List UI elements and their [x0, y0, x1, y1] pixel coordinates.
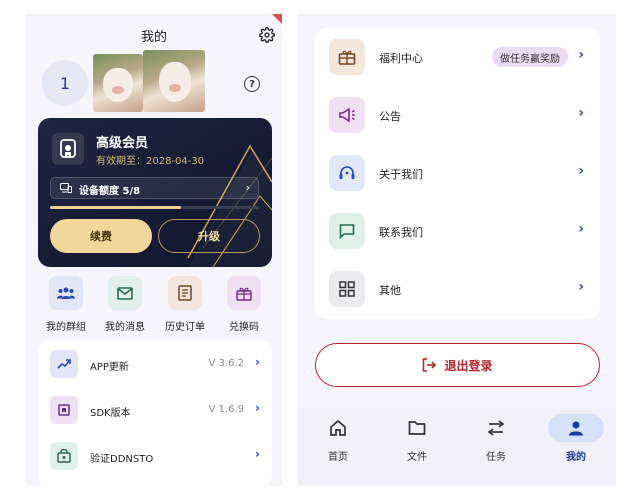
folder-icon: [389, 414, 445, 442]
gear-icon[interactable]: [259, 27, 275, 43]
vip-expiry: 有效期至：2028-04-30: [96, 156, 205, 167]
menu-item-welfare[interactable]: 福利中心 做任务赢奖励 ›: [315, 28, 600, 86]
support-icon: [329, 155, 365, 191]
list-item-label: SDK版本: [90, 408, 131, 419]
device-quota-row[interactable]: 设备额度 5/8 ›: [50, 177, 259, 199]
screen: 我的 1 ? 高级会员 有效期至：2028-04-30 设备额度 5/8 › 续…: [0, 0, 636, 500]
grid-icon: [329, 271, 365, 307]
chevron-right-icon: ›: [578, 47, 584, 63]
quick-action-label: 我的群组: [46, 322, 86, 333]
megaphone-icon: [329, 97, 365, 133]
trending-up-icon: [50, 350, 78, 378]
list-item-label: APP更新: [90, 362, 129, 373]
gift-icon: [227, 276, 261, 310]
home-icon: [310, 414, 366, 442]
vip-card: 高级会员 有效期至：2028-04-30 设备额度 5/8 › 续费 升级: [38, 118, 272, 267]
menu-item-about[interactable]: 关于我们 ›: [315, 144, 600, 202]
tab-label: 文件: [407, 452, 427, 463]
chevron-right-icon: ›: [255, 355, 260, 369]
list-item-sdk-version[interactable]: SDK版本 V 1.6.9 ›: [38, 388, 272, 434]
devices-icon: [60, 183, 72, 193]
menu-card: 福利中心 做任务赢奖励 › 公告 › 关于我们 › 联系我们 › 其他 ›: [315, 28, 600, 319]
transfer-icon: [468, 414, 524, 442]
logout-button[interactable]: 退出登录: [315, 343, 600, 387]
chevron-right-icon: ›: [578, 163, 584, 179]
mail-icon: [108, 276, 142, 310]
menu-item-label: 关于我们: [379, 168, 423, 181]
receipt-icon: [168, 276, 202, 310]
info-list: APP更新 V 3.6.2 › SDK版本 V 1.6.9 › 验证DDNSTO…: [38, 340, 272, 486]
menu-item-label: 公告: [379, 110, 401, 123]
medal-icon: [52, 133, 84, 165]
tab-profile[interactable]: 我的: [546, 414, 606, 463]
chat-icon: [329, 213, 365, 249]
help-icon[interactable]: ?: [244, 76, 260, 92]
logout-label: 退出登录: [444, 358, 493, 373]
menu-item-label: 福利中心: [379, 52, 423, 65]
quick-action-label: 历史订单: [165, 322, 205, 333]
avatar-initial: 1: [59, 73, 71, 93]
quick-action-orders[interactable]: 历史订单: [157, 276, 213, 333]
tab-files[interactable]: 文件: [387, 414, 447, 463]
chevron-right-icon: ›: [578, 221, 584, 237]
chip-icon: [50, 396, 78, 424]
quick-action-label: 兑换码: [229, 322, 259, 333]
quota-progress: [50, 206, 259, 209]
list-item-value: V 3.6.2: [208, 358, 244, 369]
menu-item-announcement[interactable]: 公告 ›: [315, 86, 600, 144]
verify-icon: [50, 442, 78, 470]
sheep-photo: [93, 54, 143, 112]
chevron-right-icon: ›: [245, 181, 250, 194]
menu-item-label: 其他: [379, 284, 401, 297]
chevron-right-icon: ›: [578, 105, 584, 121]
quick-action-label: 我的消息: [105, 322, 145, 333]
list-item-verify-ddnsto[interactable]: 验证DDNSTO ›: [38, 434, 272, 480]
corner-marker: [272, 14, 282, 24]
vip-title: 高级会员: [96, 136, 149, 151]
renew-button[interactable]: 续费: [50, 219, 152, 253]
person-icon: [548, 414, 604, 442]
sheep-photo: [143, 50, 205, 112]
list-item-app-update[interactable]: APP更新 V 3.6.2 ›: [38, 342, 272, 388]
bottom-tab-bar: 首页 文件 任务 我的: [298, 408, 616, 486]
page-title: 我的: [140, 30, 167, 45]
chevron-right-icon: ›: [255, 447, 260, 461]
logout-icon: [423, 358, 437, 372]
quick-action-groups[interactable]: 我的群组: [38, 276, 94, 333]
menu-item-other[interactable]: 其他 ›: [315, 260, 600, 318]
tab-tasks[interactable]: 任务: [466, 414, 526, 463]
group-icon: [49, 276, 83, 310]
gift-box-icon: [329, 39, 365, 75]
chevron-right-icon: ›: [578, 279, 584, 295]
settings-panel: 福利中心 做任务赢奖励 › 公告 › 关于我们 › 联系我们 › 其他 › 退出…: [298, 14, 616, 486]
quota-progress-fill: [50, 206, 181, 209]
tab-label: 我的: [566, 452, 586, 463]
task-reward-badge[interactable]: 做任务赢奖励: [492, 47, 568, 67]
quick-action-redeem[interactable]: 兑换码: [216, 276, 272, 333]
avatar[interactable]: 1: [42, 60, 88, 106]
tab-home[interactable]: 首页: [308, 414, 368, 463]
upgrade-button[interactable]: 升级: [158, 219, 260, 253]
chevron-right-icon: ›: [255, 401, 260, 415]
list-item-label: 验证DDNSTO: [90, 454, 154, 465]
menu-item-contact[interactable]: 联系我们 ›: [315, 202, 600, 260]
tab-label: 任务: [486, 452, 506, 463]
profile-panel: 我的 1 ? 高级会员 有效期至：2028-04-30 设备额度 5/8 › 续…: [26, 14, 282, 486]
tab-label: 首页: [328, 452, 348, 463]
list-item-value: V 1.6.9: [208, 404, 244, 415]
quick-action-messages[interactable]: 我的消息: [97, 276, 153, 333]
menu-item-label: 联系我们: [379, 226, 423, 239]
device-quota-label: 设备额度 5/8: [79, 186, 141, 197]
